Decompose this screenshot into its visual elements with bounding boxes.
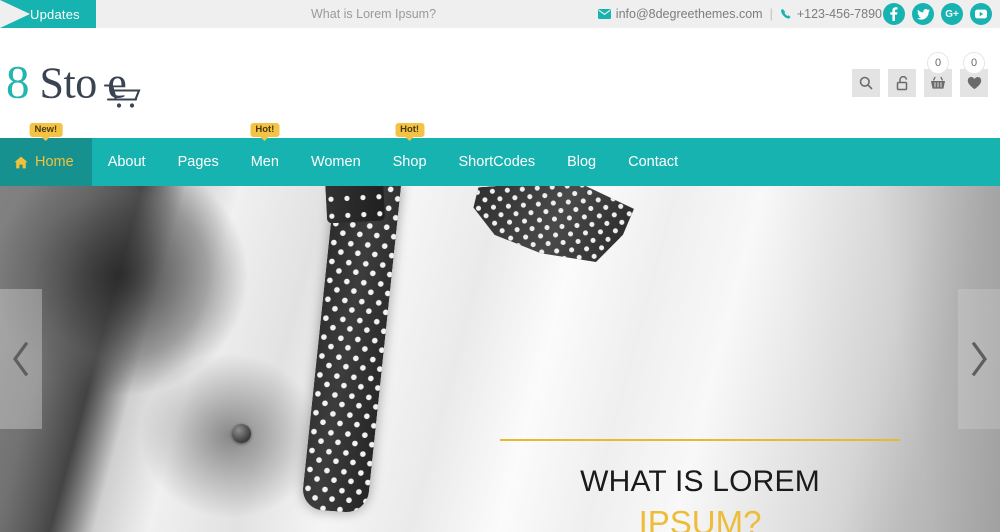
ticker-text: What is Lorem Ipsum? — [311, 7, 437, 21]
nav-item-about[interactable]: About — [92, 138, 162, 186]
header-icon-group: 0 0 — [852, 52, 988, 97]
email-link[interactable]: info@8degreethemes.com — [597, 7, 763, 21]
nav-item-contact[interactable]: Contact — [612, 138, 694, 186]
facebook-icon[interactable] — [883, 3, 905, 25]
phone-text: +123-456-7890 — [796, 7, 882, 21]
google-plus-icon[interactable]: G+ — [941, 3, 963, 25]
lock-icon[interactable] — [888, 69, 916, 97]
slider-prev-button[interactable] — [0, 289, 42, 429]
nav-item-men[interactable]: Hot! Men — [235, 123, 295, 186]
nav-label-home: Home — [35, 154, 74, 170]
nav-label-contact: Contact — [628, 154, 679, 170]
logo-word: Sto e — [40, 61, 141, 108]
necktie-knot-decoration — [324, 186, 386, 224]
phone-link[interactable]: +123-456-7890 — [780, 7, 882, 21]
hero-heading-line1: WHAT IS LOREM — [580, 465, 820, 498]
contact-separator: | — [769, 7, 773, 21]
suit-button-decoration — [232, 424, 251, 443]
email-text: info@8degreethemes.com — [615, 7, 763, 21]
hero-slider: WHAT IS LOREM IPSUM? Lorem Ipsum is simp… — [0, 186, 1000, 532]
nav-badge-home: New! — [29, 123, 63, 138]
nav-label-shop: Shop — [392, 154, 427, 170]
nav-label-blog: Blog — [567, 154, 597, 170]
main-navigation: New! Home About Pages Hot! Men Women Hot… — [0, 123, 1000, 186]
storefront-page: Updates What is Lorem Ipsum? info@8degre… — [0, 0, 1000, 532]
nav-label-women: Women — [310, 154, 361, 170]
wishlist-count-badge: 0 — [963, 52, 985, 74]
chevron-left-icon — [10, 340, 32, 378]
heart-icon[interactable]: 0 — [960, 52, 988, 97]
nav-badge-men: Hot! — [250, 123, 280, 138]
nav-label-about: About — [107, 154, 146, 170]
hero-content: WHAT IS LOREM IPSUM? Lorem Ipsum is simp… — [500, 186, 900, 532]
nav-item-pages[interactable]: Pages — [162, 138, 235, 186]
updates-tag[interactable]: Updates — [0, 0, 96, 28]
nav-label-men: Men — [250, 154, 279, 170]
youtube-icon[interactable] — [970, 3, 992, 25]
contact-info: info@8degreethemes.com | +123-456-7890 — [597, 0, 882, 28]
nav-label-pages: Pages — [177, 154, 219, 170]
news-ticker[interactable]: What is Lorem Ipsum? — [311, 0, 436, 28]
site-header: 8 Sto e 0 0 — [0, 28, 1000, 138]
updates-label: Updates — [30, 6, 80, 22]
shopping-cart-icon — [103, 74, 143, 108]
nav-item-shop[interactable]: Hot! Shop — [377, 123, 443, 186]
nav-label-shortcodes: ShortCodes — [458, 154, 536, 170]
search-icon[interactable] — [852, 69, 880, 97]
chevron-right-icon — [968, 340, 990, 378]
hero-rule-top — [500, 439, 900, 441]
slider-next-button[interactable] — [958, 289, 1000, 429]
envelope-icon — [597, 9, 611, 19]
basket-icon[interactable]: 0 — [924, 52, 952, 97]
hero-heading-line2: IPSUM? — [638, 503, 762, 532]
social-links: G+ — [883, 0, 992, 28]
nav-badge-shop: Hot! — [395, 123, 425, 138]
site-logo[interactable]: 8 Sto e — [6, 56, 141, 109]
nav-item-women[interactable]: Women — [295, 138, 377, 186]
phone-icon — [780, 8, 792, 20]
twitter-icon[interactable] — [912, 3, 934, 25]
top-bar: Updates What is Lorem Ipsum? info@8degre… — [0, 0, 1000, 28]
nav-item-blog[interactable]: Blog — [551, 138, 612, 186]
home-icon — [14, 156, 28, 169]
logo-numeral: 8 — [6, 56, 30, 109]
nav-item-home[interactable]: New! Home — [0, 123, 92, 186]
basket-count-badge: 0 — [927, 52, 949, 74]
nav-item-shortcodes[interactable]: ShortCodes — [443, 138, 552, 186]
